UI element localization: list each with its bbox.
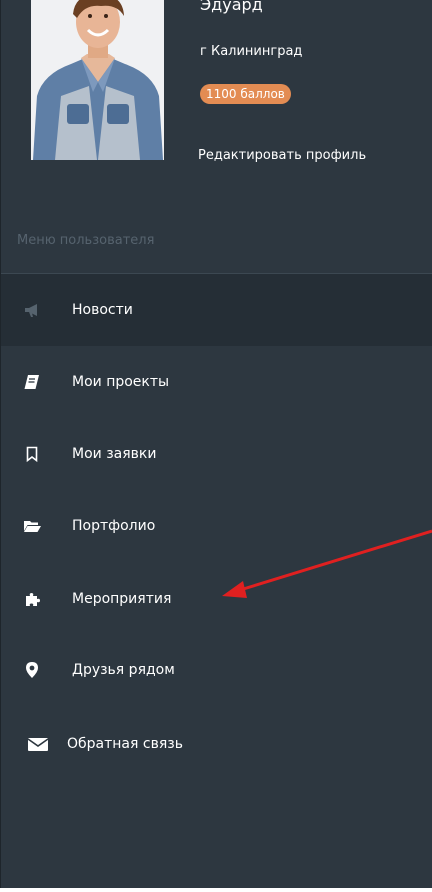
menu-item-portfolio[interactable]: Портфолио (1, 490, 432, 562)
menu-item-label: Мероприятия (72, 591, 172, 607)
user-profile: Эдуард г Калининград 1100 баллов Редакти… (1, 0, 432, 200)
menu-item-projects[interactable]: Мои проекты (1, 346, 432, 418)
menu-item-label: Друзья рядом (72, 662, 175, 678)
edit-profile-link[interactable]: Редактировать профиль (198, 147, 366, 165)
user-city: г Калининград (200, 44, 303, 59)
menu-item-label: Мои заявки (72, 446, 157, 462)
book-icon (23, 373, 41, 391)
menu-item-label: Обратная связь (67, 736, 183, 752)
avatar-photo (31, 0, 164, 160)
bullhorn-icon (23, 301, 41, 319)
menu-item-label: Мои проекты (72, 374, 170, 390)
folder-open-icon (23, 517, 41, 535)
menu-item-label: Портфолио (72, 518, 156, 534)
menu-item-applications[interactable]: Мои заявки (1, 418, 432, 490)
menu-item-events[interactable]: Мероприятия (1, 563, 432, 635)
menu-item-friends-nearby[interactable]: Друзья рядом (1, 634, 432, 706)
menu-item-feedback[interactable]: Обратная связь (1, 708, 432, 780)
menu-item-news[interactable]: Новости (1, 274, 432, 346)
sidebar: Эдуард г Калининград 1100 баллов Редакти… (0, 0, 432, 888)
points-badge: 1100 баллов (200, 84, 291, 104)
puzzle-icon (23, 590, 41, 608)
avatar[interactable] (31, 0, 164, 160)
envelope-icon (27, 735, 49, 753)
menu-header: Меню пользователя (17, 233, 155, 248)
user-name: Эдуард (200, 0, 263, 14)
menu-item-label: Новости (72, 302, 133, 318)
bookmark-icon (23, 445, 41, 463)
map-marker-icon (23, 661, 41, 679)
